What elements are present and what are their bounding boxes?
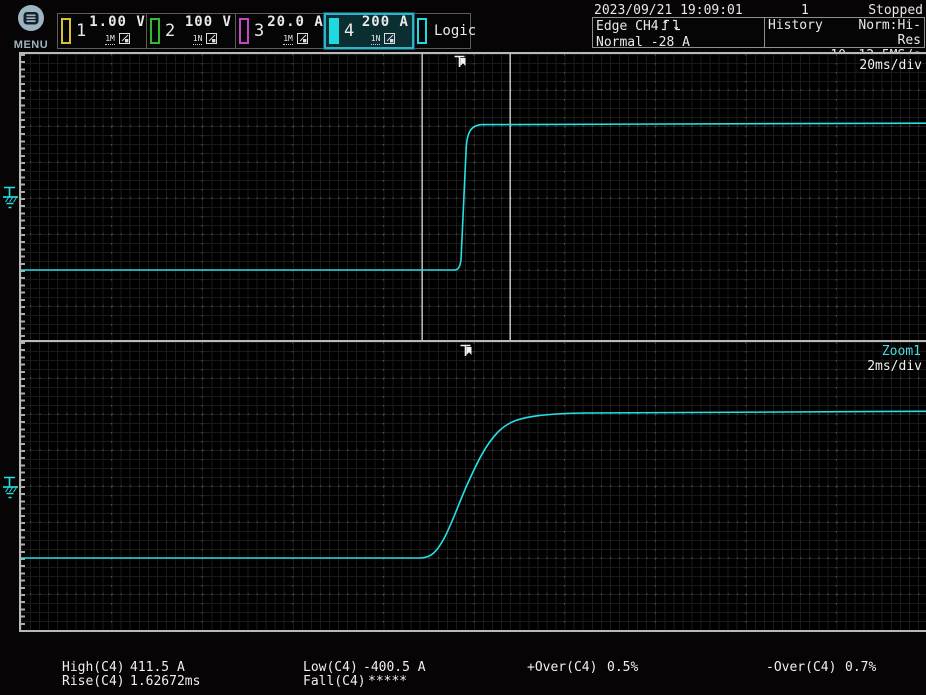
probe-icon: [297, 31, 308, 47]
probe-icon: [206, 31, 217, 47]
falling-edge-icon: [672, 18, 681, 35]
channel-3-color-bar: [239, 18, 249, 44]
measurement-low-value: -400.5 A: [363, 660, 426, 675]
zoom-window-title[interactable]: Zoom1: [882, 344, 921, 359]
measurement-rise-label: Rise(C4): [62, 674, 125, 689]
zoom-waveform-window: Zoom1 2ms/div: [19, 340, 926, 632]
channel-2-color-bar: [150, 18, 160, 44]
channel-4-box[interactable]: 4 200 A 1N: [324, 13, 414, 49]
sequence-number: 1: [801, 3, 809, 18]
measurement-fall-label: Fall(C4): [303, 674, 366, 689]
channel-1-coupling-icon: 1M: [105, 34, 115, 45]
zoom-waveform-plot: [21, 342, 926, 630]
main-timebase-label[interactable]: 20ms/div: [859, 58, 922, 73]
channel-2-number: 2: [165, 21, 175, 41]
channel-2-scale: 100 V: [185, 15, 232, 29]
channel-1-scale: 1.00 V: [89, 15, 146, 29]
channel-3-scale: 20.0 A: [267, 15, 324, 29]
menu-button-label: MENU: [13, 39, 49, 51]
zoom-cursor-right[interactable]: [510, 54, 511, 342]
measurement-minus-over-label: -Over(C4): [766, 660, 836, 675]
channel-3-box[interactable]: 3 20.0 A 1M: [235, 13, 325, 49]
logic-label: Logic: [434, 23, 476, 39]
menu-button[interactable]: MENU: [13, 4, 49, 50]
channel-2-coupling-icon: 1N: [193, 34, 203, 45]
ch4-ground-level-icon[interactable]: [2, 184, 19, 215]
main-waveform-window: 20ms/div: [19, 52, 926, 342]
run-state[interactable]: Stopped: [868, 3, 923, 18]
history-label: History: [768, 18, 852, 48]
measurement-low-label: Low(C4): [303, 660, 358, 675]
trigger-position-icon[interactable]: [459, 344, 474, 363]
zoom-cursor-left[interactable]: [422, 54, 423, 342]
channel-1-color-bar: [61, 18, 71, 44]
oscilloscope-screen: MENU 1 1.00 V 1M 2 100 V 1N: [0, 0, 926, 695]
measurement-plus-over-value: 0.5%: [607, 660, 638, 675]
rising-edge-icon: [661, 18, 670, 35]
measurement-high-label: High(C4): [62, 660, 125, 675]
channel-4-coupling-icon: 1N: [371, 34, 381, 45]
measurement-minus-over-value: 0.7%: [845, 660, 876, 675]
probe-icon: [384, 31, 395, 47]
ch4-ground-level-icon[interactable]: [2, 474, 19, 505]
measurement-plus-over-label: +Over(C4): [527, 660, 597, 675]
channel-bar: 1 1.00 V 1M 2 100 V 1N 3: [57, 13, 471, 49]
channel-3-number: 3: [254, 21, 264, 41]
acquisition-info[interactable]: History Norm:Hi-Res 10 12.5MS/s: [765, 18, 924, 47]
measurement-high-value: 411.5 A: [130, 660, 185, 675]
acquisition-mode: Norm:Hi-Res: [852, 18, 921, 48]
channel-4-scale: 200 A: [362, 15, 409, 29]
main-waveform-plot: [21, 54, 926, 342]
datetime: 2023/09/21 19:09:01: [594, 3, 743, 18]
measurement-fall-value: *****: [368, 674, 407, 689]
trigger-mode: Edge CH4: [596, 19, 659, 34]
channel-3-coupling-icon: 1M: [283, 34, 293, 45]
channel-2-box[interactable]: 2 100 V 1N: [146, 13, 236, 49]
channel-1-number: 1: [76, 21, 86, 41]
logic-color-bar: [417, 18, 427, 44]
logic-box[interactable]: Logic: [413, 13, 471, 49]
channel-1-box[interactable]: 1 1.00 V 1M: [57, 13, 147, 49]
channel-4-color-bar: [329, 18, 339, 44]
status-info-box: Edge CH4 Normal -28 A History Norm:Hi-Re…: [592, 17, 925, 48]
channel-4-number: 4: [344, 21, 354, 41]
measurement-rise-value: 1.62672ms: [130, 674, 200, 689]
trigger-position-icon[interactable]: [453, 55, 468, 74]
menu-icon: [16, 19, 46, 38]
probe-icon: [119, 31, 130, 47]
trigger-setting: Normal -28 A: [596, 35, 761, 50]
trigger-info[interactable]: Edge CH4 Normal -28 A: [593, 18, 765, 47]
zoom-timebase-label[interactable]: 2ms/div: [867, 359, 922, 374]
